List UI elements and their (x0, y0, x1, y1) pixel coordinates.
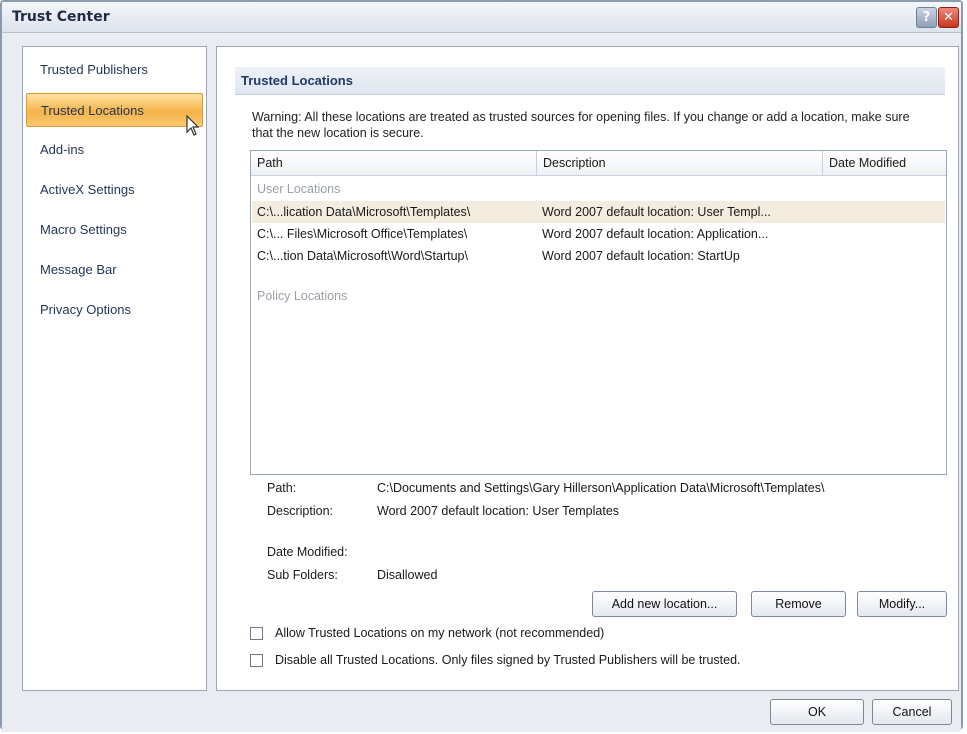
column-header-path[interactable]: Path (251, 151, 537, 175)
sidebar-item-privacy-options[interactable]: Privacy Options (26, 293, 203, 327)
detail-sub-folders-label: Sub Folders: (267, 568, 338, 582)
detail-sub-folders-value: Disallowed (377, 568, 438, 582)
trusted-locations-panel: Trusted Locations Warning: All these loc… (216, 46, 959, 691)
table-row[interactable]: C:\...lication Data\Microsoft\Templates\… (252, 201, 945, 223)
row-description: Word 2007 default location: Application.… (542, 227, 769, 241)
allow-network-checkbox[interactable] (250, 627, 263, 640)
ok-button[interactable]: OK (770, 699, 864, 725)
column-header-date-modified[interactable]: Date Modified (823, 151, 946, 175)
detail-date-modified-label: Date Modified: (267, 545, 348, 559)
sidebar-item-label: Macro Settings (40, 222, 127, 237)
detail-description-label: Description: (267, 504, 333, 518)
row-description: Word 2007 default location: StartUp (542, 249, 740, 263)
disable-all-label[interactable]: Disable all Trusted Locations. Only file… (275, 653, 741, 667)
modify-button[interactable]: Modify... (857, 591, 947, 617)
locations-list[interactable]: Path Description Date Modified User Loca… (250, 150, 947, 475)
sidebar-item-message-bar[interactable]: Message Bar (26, 253, 203, 287)
detail-path-label: Path: (267, 481, 297, 495)
title-bar: Trust Center ? ✕ (2, 2, 961, 33)
dialog-footer: OK Cancel (2, 692, 961, 732)
sidebar-item-add-ins[interactable]: Add-ins (26, 133, 203, 167)
row-path: C:\...tion Data\Microsoft\Word\Startup\ (257, 249, 468, 263)
sidebar-item-label: Message Bar (40, 262, 117, 277)
group-label-user-locations: User Locations (257, 182, 341, 196)
row-path: C:\... Files\Microsoft Office\Templates\ (257, 227, 468, 241)
sidebar-item-trusted-publishers[interactable]: Trusted Publishers (26, 53, 203, 87)
table-row[interactable]: C:\...tion Data\Microsoft\Word\Startup\ … (252, 245, 945, 267)
warning-text: Warning: All these locations are treated… (252, 110, 910, 140)
nav-sidebar: Trusted Publishers Trusted Locations Add… (22, 46, 207, 691)
remove-button[interactable]: Remove (751, 591, 846, 617)
close-icon[interactable]: ✕ (938, 7, 959, 28)
window-title: Trust Center (12, 9, 110, 25)
column-header-description[interactable]: Description (537, 151, 823, 175)
section-title: Trusted Locations (235, 67, 945, 95)
sidebar-item-label: Trusted Publishers (40, 62, 148, 77)
table-row[interactable]: C:\... Files\Microsoft Office\Templates\… (252, 223, 945, 245)
cancel-button[interactable]: Cancel (872, 699, 952, 725)
group-label-policy-locations: Policy Locations (257, 289, 348, 303)
sidebar-item-label: Add-ins (40, 142, 85, 157)
add-new-location-button[interactable]: Add new location... (592, 591, 737, 617)
list-header: Path Description Date Modified (251, 151, 946, 176)
sidebar-item-trusted-locations[interactable]: Trusted Locations (26, 93, 203, 127)
mouse-pointer-icon (186, 115, 200, 136)
allow-network-label[interactable]: Allow Trusted Locations on my network (n… (275, 626, 604, 640)
sidebar-item-label: Privacy Options (40, 302, 132, 317)
sidebar-item-label: Trusted Locations (41, 103, 144, 118)
sidebar-item-activex-settings[interactable]: ActiveX Settings (26, 173, 203, 207)
sidebar-item-macro-settings[interactable]: Macro Settings (26, 213, 203, 247)
trust-center-dialog: Trust Center ? ✕ Trusted Publishers Trus… (0, 0, 963, 732)
detail-description-value: Word 2007 default location: User Templat… (377, 504, 620, 518)
row-description: Word 2007 default location: User Templ..… (542, 205, 771, 219)
sidebar-item-label: ActiveX Settings (40, 182, 135, 197)
disable-all-checkbox[interactable] (250, 654, 263, 667)
row-path: C:\...lication Data\Microsoft\Templates\ (257, 205, 471, 219)
detail-path-value: C:\Documents and Settings\Gary Hillerson… (377, 481, 825, 495)
help-icon[interactable]: ? (916, 7, 937, 28)
